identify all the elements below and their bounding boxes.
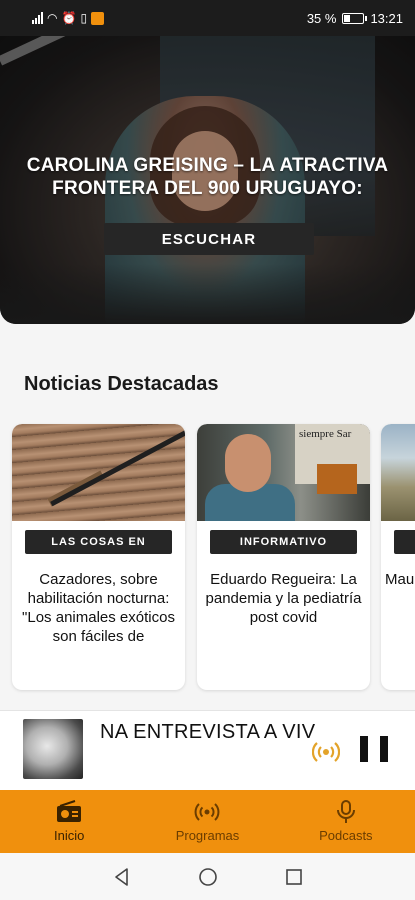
nav-item-inicio[interactable]: Inicio xyxy=(0,790,138,853)
news-card[interactable]: siempre Sar INFORMATIVO Eduardo Regueira… xyxy=(197,424,370,690)
radio-icon xyxy=(57,800,82,822)
card-image xyxy=(12,424,185,521)
card-image xyxy=(381,424,415,521)
status-bar: ◠ ⏰ ▯ 35 % 13:21 xyxy=(0,0,415,36)
player-artwork[interactable] xyxy=(23,719,83,779)
broadcast-icon xyxy=(195,803,220,821)
card-tag: LAS COSAS EN xyxy=(25,530,172,554)
guest-head xyxy=(225,434,271,492)
nav-item-programas[interactable]: Programas xyxy=(138,790,276,853)
battery-percent: 35 % xyxy=(306,10,337,26)
news-card[interactable]: Mau Aso "H erro xyxy=(381,424,415,690)
listen-button[interactable]: ESCUCHAR xyxy=(104,223,314,255)
rifle-barrel xyxy=(50,426,185,507)
card-headline: Eduardo Regueira: La pandemia y la pedia… xyxy=(205,571,362,626)
recents-icon[interactable] xyxy=(284,867,304,887)
home-icon[interactable] xyxy=(198,867,218,887)
system-nav-bar xyxy=(0,853,415,900)
featured-carousel[interactable]: LAS COSAS EN Cazadores, sobre habilitaci… xyxy=(12,424,415,690)
back-icon[interactable] xyxy=(112,867,132,887)
battery-level-fill xyxy=(344,14,351,22)
status-icons: ◠ ⏰ ▯ xyxy=(32,11,105,25)
nav-label: Programas xyxy=(175,828,240,843)
clock: 13:21 xyxy=(370,10,403,26)
broadcast-icon[interactable] xyxy=(312,738,340,766)
signal-icon xyxy=(32,12,43,24)
pause-icon xyxy=(360,736,368,762)
alarm-icon: ⏰ xyxy=(61,11,77,25)
card-image-board xyxy=(317,464,357,494)
nav-label: Inicio xyxy=(53,828,85,843)
news-card[interactable]: LAS COSAS EN Cazadores, sobre habilitaci… xyxy=(12,424,185,690)
nav-item-podcasts[interactable]: Podcasts xyxy=(277,790,415,853)
microphone-icon xyxy=(336,800,355,823)
hero-title: CAROLINA GREISING – LA ATRACTIVA FRONTER… xyxy=(26,155,389,199)
mini-player[interactable]: NA ENTREVISTA A VIVI xyxy=(0,710,415,790)
app-screen: ◠ ⏰ ▯ 35 % 13:21 CAROLINA GREISING – LA … xyxy=(0,0,415,900)
pause-button[interactable] xyxy=(360,736,388,764)
vibrate-icon: ▯ xyxy=(80,11,88,25)
nav-label: Podcasts xyxy=(319,828,373,843)
app-notification-icon xyxy=(91,11,105,25)
card-headline: Mau Aso "H erro xyxy=(385,571,415,588)
card-image: siempre Sar xyxy=(197,424,370,521)
battery-icon xyxy=(342,12,368,24)
card-headline: Cazadores, sobre habilitación nocturna: … xyxy=(22,571,175,645)
card-tag: INFORMATIVO xyxy=(210,530,357,554)
card-tag xyxy=(394,530,415,554)
hero-banner[interactable]: CAROLINA GREISING – LA ATRACTIVA FRONTER… xyxy=(0,36,415,324)
section-title: Noticias Destacadas xyxy=(24,373,219,395)
wifi-icon: ◠ xyxy=(47,11,58,25)
bottom-nav: Inicio Programas Podcasts xyxy=(0,790,415,853)
pause-icon xyxy=(380,736,388,762)
player-title: NA ENTREVISTA A VIVI xyxy=(100,721,315,743)
